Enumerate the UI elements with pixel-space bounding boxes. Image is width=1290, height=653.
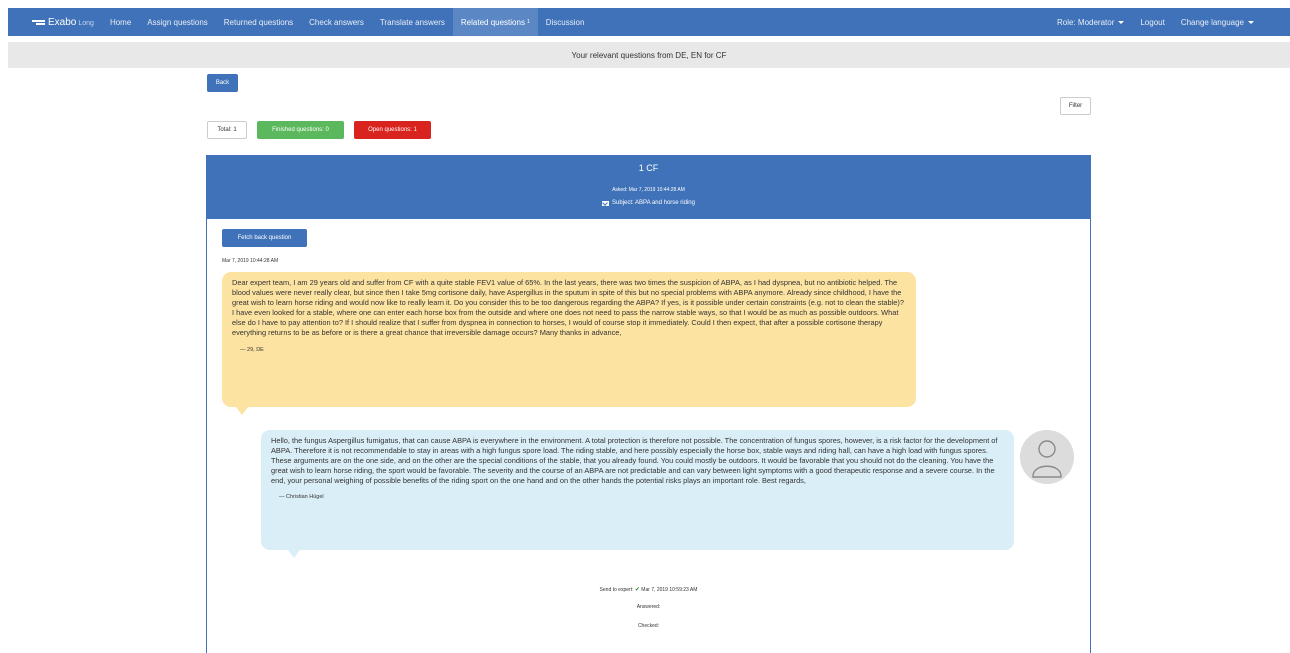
nav-assign-questions[interactable]: Assign questions: [139, 8, 215, 36]
question-message: Dear expert team, I am 29 years old and …: [222, 272, 916, 407]
brand-subtitle: Long: [78, 20, 94, 27]
envelope-icon: [602, 200, 610, 206]
brand-name: Exabo: [48, 16, 77, 28]
question-bubble-tail: [236, 407, 248, 415]
nav-translate-answers[interactable]: Translate answers: [372, 8, 453, 36]
change-language-label: Change language: [1180, 17, 1244, 27]
caret-down-icon: [1118, 20, 1125, 24]
nav-check-answers[interactable]: Check answers: [301, 8, 372, 36]
question-timestamp: Mar 7, 2019 10:44:28 AM: [222, 258, 279, 264]
nav-home[interactable]: Home: [102, 8, 139, 36]
avatar-icon: [1020, 430, 1074, 484]
nav-related-questions-label: Related questions: [460, 17, 525, 27]
answer-message: Hello, the fungus Aspergillus fumigatus,…: [261, 430, 1014, 550]
role-dropdown[interactable]: Role: Moderator: [1049, 8, 1132, 36]
checked-label: Checked:: [637, 623, 660, 629]
fetch-back-question-button[interactable]: Fetch back question: [222, 229, 307, 247]
question-panel-heading: 1 CF Asked: Mar 7, 2019 10:44:28 AM Subj…: [207, 156, 1090, 219]
brand-link[interactable]: Exabo Long: [8, 8, 102, 36]
question-asked-date: Asked: Mar 7, 2019 10:44:28 AM: [612, 187, 685, 193]
back-button[interactable]: Back: [207, 74, 238, 92]
filter-button[interactable]: Filter: [1060, 97, 1091, 115]
logout-link[interactable]: Logout: [1132, 8, 1172, 36]
nav-returned-questions[interactable]: Returned questions: [216, 8, 301, 36]
question-panel-title: 1 CF: [638, 163, 659, 173]
nav-right: Role: Moderator Logout Change language: [1049, 8, 1290, 36]
role-label: Role: Moderator: [1057, 17, 1115, 27]
caret-down-icon: [1248, 20, 1254, 24]
finished-questions-badge[interactable]: Finished questions: 0: [257, 121, 344, 139]
answer-author: — Christian Hügel: [279, 494, 324, 501]
page-subheader: Your relevant questions from DE, EN for …: [8, 42, 1290, 68]
nav-left: Exabo Long Home Assign questions Returne…: [8, 8, 592, 36]
send-to-expert-label: Send to expert:: [599, 587, 634, 593]
top-navbar: Exabo Long Home Assign questions Returne…: [8, 8, 1290, 36]
nav-related-questions[interactable]: Related questions 1: [452, 8, 538, 36]
send-to-expert-row: Send to expert: ✔ Mar 7, 2019 10:59:23 A…: [206, 586, 1091, 593]
brand-logo-icon: [32, 18, 45, 26]
total-count-badge: Total: 1: [207, 121, 247, 139]
nav-related-questions-badge: 1: [526, 19, 530, 25]
check-icon: ✔: [634, 587, 640, 593]
answered-label: Answered:: [636, 604, 661, 610]
answer-bubble-tail: [288, 550, 300, 558]
question-text: Dear expert team, I am 29 years old and …: [232, 278, 904, 338]
change-language-dropdown[interactable]: Change language: [1173, 8, 1262, 36]
nav-discussion[interactable]: Discussion: [538, 8, 593, 36]
question-subject: Subject: ABPA and horse riding: [207, 200, 1090, 206]
open-questions-badge[interactable]: Open questions: 1: [354, 121, 431, 139]
page-title: Your relevant questions from DE, EN for …: [571, 50, 727, 60]
question-author: — 29, DE: [240, 346, 264, 353]
send-to-expert-date: Mar 7, 2019 10:59:23 AM: [641, 587, 698, 593]
answer-text: Hello, the fungus Aspergillus fumigatus,…: [271, 436, 998, 486]
question-subject-text: Subject: ABPA and horse riding: [612, 200, 695, 206]
